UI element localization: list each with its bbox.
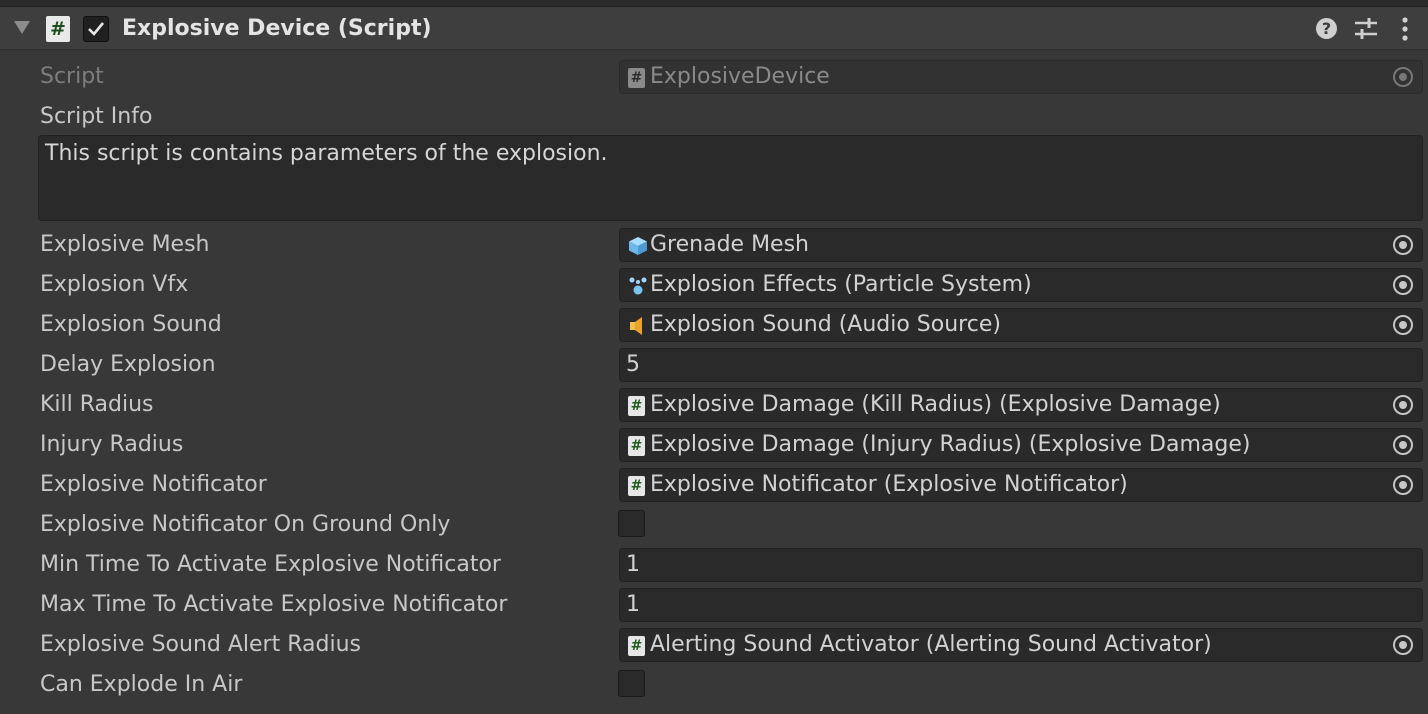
component-title: Explosive Device (Script) xyxy=(122,16,432,41)
object-picker-icon[interactable] xyxy=(1393,235,1413,255)
kill-radius-label: Kill Radius xyxy=(40,392,154,417)
script-hash-icon: # xyxy=(46,16,70,42)
kebab-menu-icon[interactable] xyxy=(1396,16,1414,42)
explosion-vfx-field[interactable]: Explosion Effects (Particle System) xyxy=(619,268,1423,302)
explosion-vfx-value: Explosion Effects (Particle System) xyxy=(650,272,1032,297)
object-picker-icon[interactable] xyxy=(1393,315,1413,335)
explosion-vfx-label: Explosion Vfx xyxy=(40,272,189,297)
sound-alert-radius-field[interactable]: # Alerting Sound Activator (Alerting Sou… xyxy=(619,628,1423,662)
script-hash-icon: # xyxy=(628,436,646,456)
can-explode-in-air-label: Can Explode In Air xyxy=(40,672,243,697)
script-hash-icon: # xyxy=(628,396,646,416)
inspector-top-strip xyxy=(0,0,1428,7)
kill-radius-field[interactable]: # Explosive Damage (Kill Radius) (Explos… xyxy=(619,388,1423,422)
explosive-mesh-field[interactable]: Grenade Mesh xyxy=(619,228,1423,262)
min-time-input[interactable]: 1 xyxy=(619,548,1423,582)
injury-radius-field[interactable]: # Explosive Damage (Injury Radius) (Expl… xyxy=(619,428,1423,462)
object-picker-icon[interactable] xyxy=(1393,435,1413,455)
sound-alert-radius-value: Alerting Sound Activator (Alerting Sound… xyxy=(650,632,1212,657)
script-hash-icon: # xyxy=(628,68,646,88)
checkmark-icon xyxy=(88,22,105,36)
script-hash-icon: # xyxy=(628,636,646,656)
explosive-notificator-value: Explosive Notificator (Explosive Notific… xyxy=(650,472,1128,497)
object-picker-icon[interactable] xyxy=(1393,475,1413,495)
audio-source-icon xyxy=(628,316,646,336)
explosive-notificator-label: Explosive Notificator xyxy=(40,472,267,497)
particle-system-icon xyxy=(628,276,647,296)
help-icon[interactable]: ? xyxy=(1314,16,1340,42)
script-info-label: Script Info xyxy=(40,104,153,129)
injury-radius-label: Injury Radius xyxy=(40,432,184,457)
min-time-value: 1 xyxy=(626,552,640,577)
explosion-sound-field[interactable]: Explosion Sound (Audio Source) xyxy=(619,308,1423,342)
explosion-sound-value: Explosion Sound (Audio Source) xyxy=(650,312,1001,337)
max-time-input[interactable]: 1 xyxy=(619,588,1423,622)
delay-explosion-label: Delay Explosion xyxy=(40,352,216,377)
object-picker-icon[interactable] xyxy=(1393,67,1413,87)
can-explode-in-air-checkbox[interactable] xyxy=(618,670,645,697)
delay-explosion-value: 5 xyxy=(626,352,640,377)
object-picker-icon[interactable] xyxy=(1393,635,1413,655)
script-hash-icon: # xyxy=(628,476,646,496)
sound-alert-radius-label: Explosive Sound Alert Radius xyxy=(40,632,361,657)
script-info-textarea[interactable]: This script is contains parameters of th… xyxy=(38,135,1423,221)
explosion-sound-label: Explosion Sound xyxy=(40,312,222,337)
object-picker-icon[interactable] xyxy=(1393,275,1413,295)
preset-icon[interactable] xyxy=(1353,16,1379,42)
notificator-on-ground-only-checkbox[interactable] xyxy=(618,510,645,537)
foldout-arrow-icon[interactable] xyxy=(14,21,30,34)
delay-explosion-input[interactable]: 5 xyxy=(619,348,1423,382)
component-header[interactable]: # Explosive Device (Script) ? xyxy=(0,7,1428,50)
min-time-label: Min Time To Activate Explosive Notificat… xyxy=(40,552,501,577)
max-time-value: 1 xyxy=(626,592,640,617)
script-field-value: ExplosiveDevice xyxy=(650,64,830,89)
script-field[interactable]: # ExplosiveDevice xyxy=(619,60,1423,94)
component-enabled-checkbox[interactable] xyxy=(83,16,109,42)
object-picker-icon[interactable] xyxy=(1393,395,1413,415)
script-info-text: This script is contains parameters of th… xyxy=(45,141,608,166)
script-label: Script xyxy=(40,64,104,89)
notificator-on-ground-only-label: Explosive Notificator On Ground Only xyxy=(40,512,451,537)
mesh-cube-icon xyxy=(628,236,647,256)
max-time-label: Max Time To Activate Explosive Notificat… xyxy=(40,592,508,617)
kill-radius-value: Explosive Damage (Kill Radius) (Explosiv… xyxy=(650,392,1221,417)
explosive-mesh-value: Grenade Mesh xyxy=(650,232,809,257)
injury-radius-value: Explosive Damage (Injury Radius) (Explos… xyxy=(650,432,1251,457)
explosive-notificator-field[interactable]: # Explosive Notificator (Explosive Notif… xyxy=(619,468,1423,502)
explosive-mesh-label: Explosive Mesh xyxy=(40,232,210,257)
